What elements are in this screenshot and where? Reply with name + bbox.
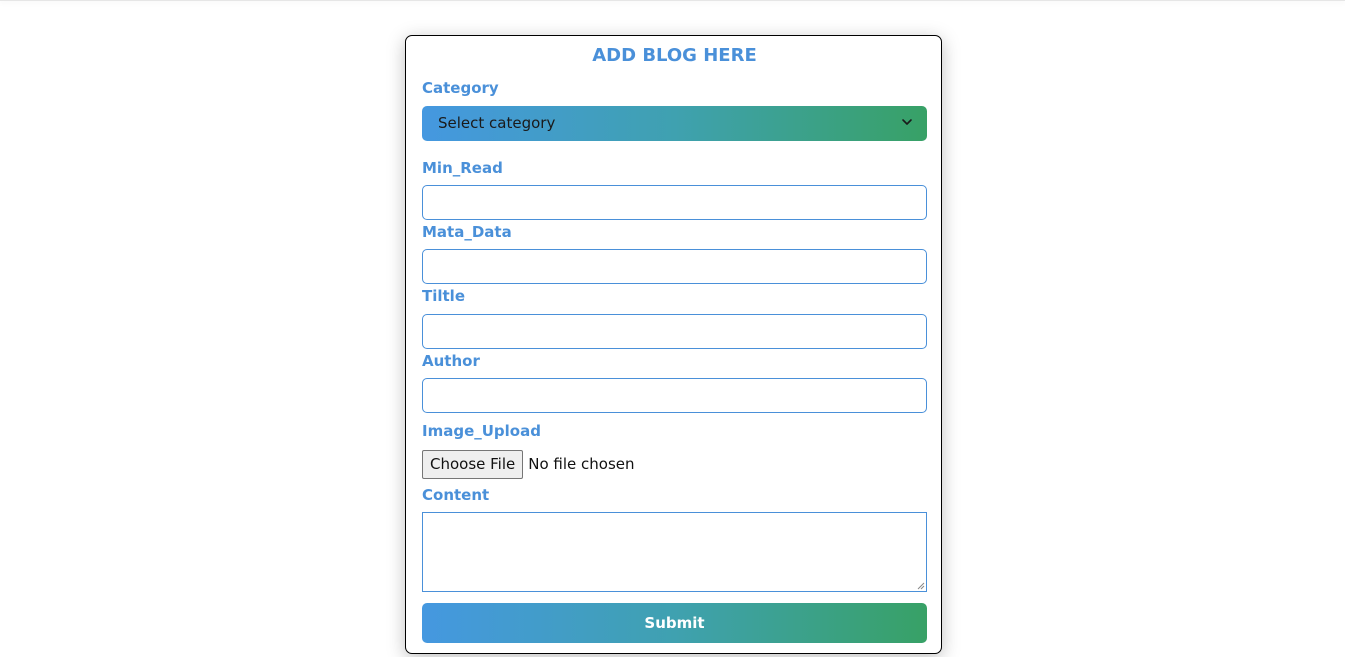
content-label: Content	[422, 486, 490, 504]
min-read-input[interactable]	[422, 185, 927, 220]
category-label: Category	[422, 79, 499, 97]
image-upload-label: Image_Upload	[422, 422, 541, 440]
add-blog-form: ADD BLOG HERE Category Select category M…	[405, 35, 942, 654]
category-select[interactable]: Select category	[422, 106, 927, 141]
top-bar-divider	[0, 0, 1345, 1]
resize-handle-icon[interactable]	[915, 580, 925, 590]
choose-file-button[interactable]: Choose File	[422, 449, 524, 479]
min-read-label: Min_Read	[422, 159, 503, 177]
author-input[interactable]	[422, 378, 927, 413]
meta-data-input[interactable]	[422, 249, 927, 284]
title-input[interactable]	[422, 314, 927, 349]
author-label: Author	[422, 352, 480, 370]
meta-data-label: Mata_Data	[422, 223, 512, 241]
form-title: ADD BLOG HERE	[592, 45, 757, 66]
content-textarea[interactable]	[422, 512, 927, 592]
chevron-down-icon	[902, 119, 912, 125]
category-selected-value: Select category	[438, 114, 556, 132]
image-upload-field: Choose File No file chosen	[422, 449, 635, 479]
title-label: Tiltle	[422, 287, 466, 305]
file-status-text: No file chosen	[528, 455, 635, 473]
submit-button[interactable]: Submit	[422, 603, 927, 643]
